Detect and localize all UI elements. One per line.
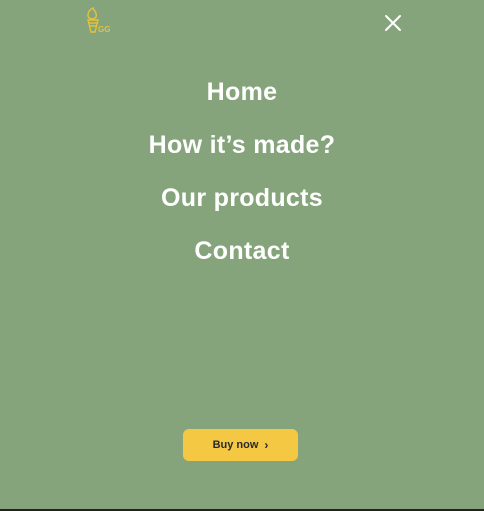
- ice-cream-logo-icon[interactable]: GG: [84, 7, 114, 35]
- nav-item-home: Home: [0, 70, 484, 123]
- buy-now-button[interactable]: Buy now ›: [183, 429, 298, 461]
- nav-item-our-products: Our products: [0, 176, 484, 229]
- chevron-right-icon: ›: [264, 438, 269, 452]
- nav-link-how-its-made[interactable]: How it’s made?: [149, 131, 336, 159]
- nav-item-how-its-made: How it’s made?: [0, 123, 484, 176]
- main-nav: Home How it’s made? Our products Contact: [0, 70, 484, 282]
- nav-link-contact[interactable]: Contact: [194, 237, 289, 265]
- nav-link-our-products[interactable]: Our products: [161, 184, 323, 212]
- logo-text: GG: [98, 25, 110, 34]
- nav-item-contact: Contact: [0, 229, 484, 282]
- close-icon[interactable]: [382, 12, 404, 34]
- buy-now-label: Buy now: [212, 439, 259, 451]
- nav-link-home[interactable]: Home: [207, 78, 278, 106]
